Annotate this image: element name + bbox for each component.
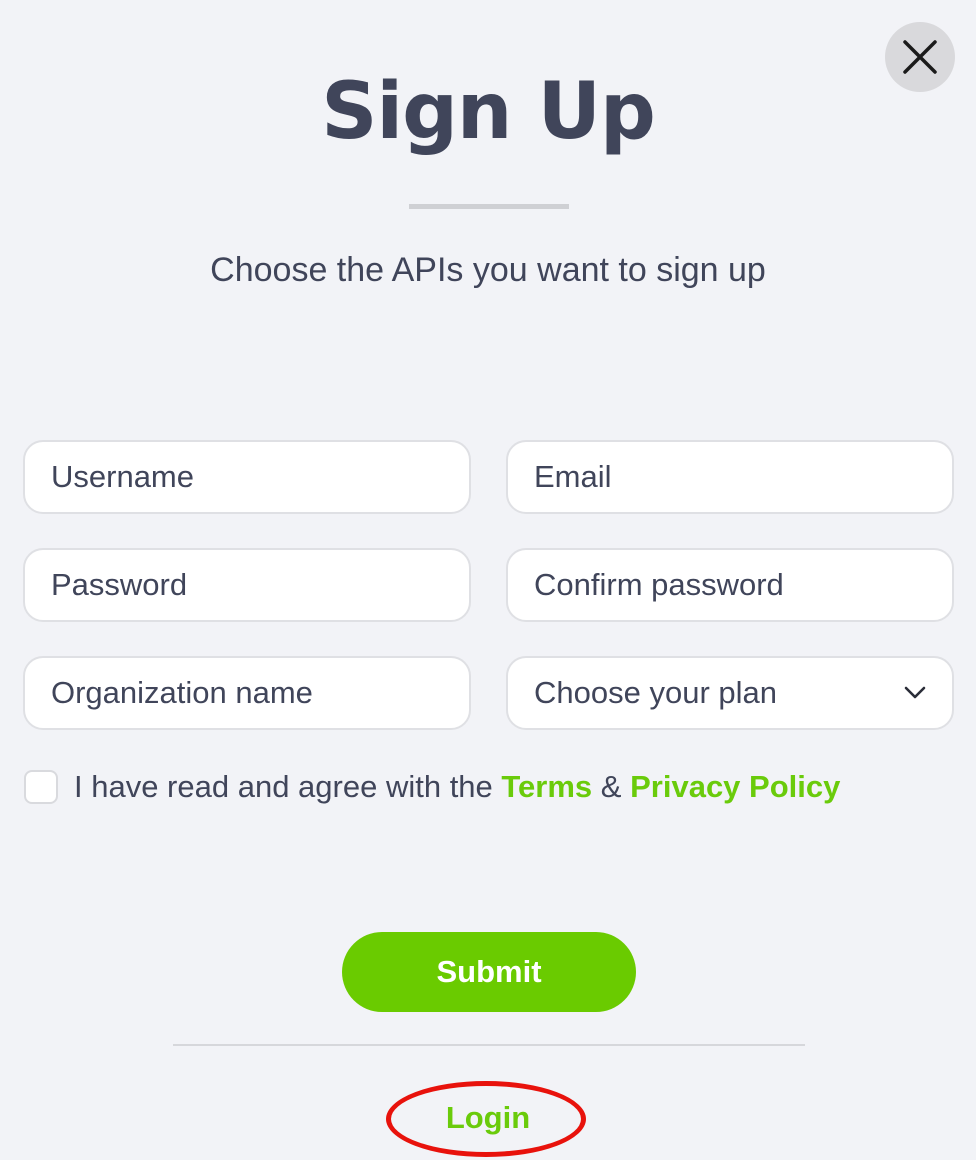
chevron-down-icon bbox=[904, 686, 926, 700]
terms-agreement: I have read and agree with the Terms & P… bbox=[24, 768, 840, 806]
email-input[interactable] bbox=[506, 440, 954, 514]
organization-name-input[interactable] bbox=[23, 656, 471, 730]
terms-checkbox[interactable] bbox=[24, 770, 58, 804]
privacy-policy-link[interactable]: Privacy Policy bbox=[630, 769, 840, 804]
terms-text: I have read and agree with the Terms & P… bbox=[74, 769, 840, 805]
submit-button[interactable]: Submit bbox=[342, 932, 636, 1012]
title-underline bbox=[409, 204, 569, 209]
page-title: Sign Up bbox=[321, 67, 656, 157]
username-input[interactable] bbox=[23, 440, 471, 514]
plan-select-label: Choose your plan bbox=[534, 675, 777, 710]
divider bbox=[173, 1044, 805, 1046]
subtitle: Choose the APIs you want to sign up bbox=[210, 251, 766, 289]
plan-select[interactable]: Choose your plan bbox=[506, 656, 954, 730]
terms-link[interactable]: Terms bbox=[501, 769, 592, 804]
password-input[interactable] bbox=[23, 548, 471, 622]
login-link[interactable]: Login bbox=[388, 1098, 588, 1138]
terms-prefix: I have read and agree with the bbox=[74, 769, 493, 804]
confirm-password-input[interactable] bbox=[506, 548, 954, 622]
terms-ampersand: & bbox=[600, 769, 622, 804]
